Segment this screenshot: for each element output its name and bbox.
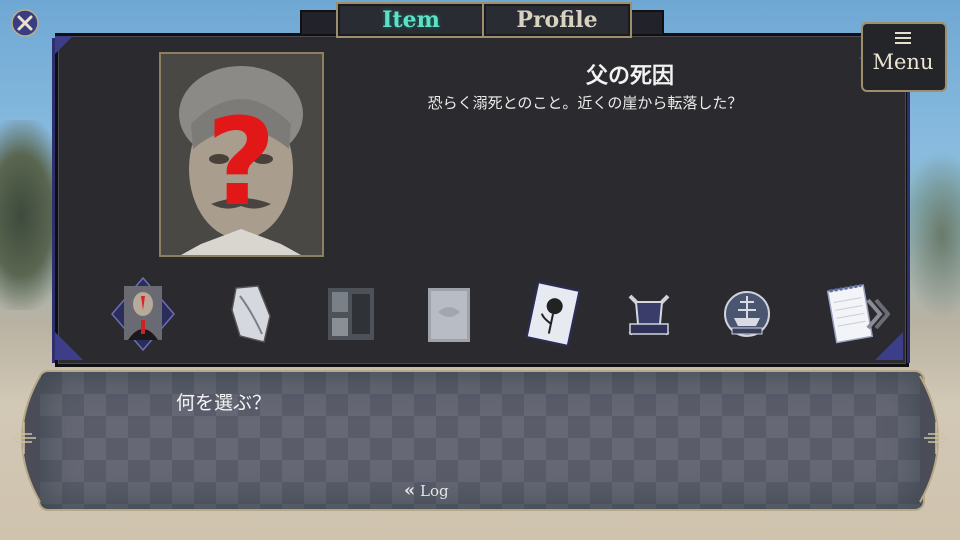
cutlass-emblem-icon[interactable] (616, 276, 682, 352)
question-mark-overlay: ? (206, 94, 276, 233)
dialog-box[interactable] (38, 370, 925, 511)
tab-profile[interactable]: Profile (482, 2, 632, 38)
panel-corner-ornament (55, 332, 83, 360)
dialog-text: 何を選ぶ？ (176, 392, 272, 414)
father-portrait-icon[interactable] (110, 276, 176, 352)
pirate-ship-emblem-icon[interactable] (714, 276, 780, 352)
menu-button[interactable]: Menu (855, 14, 951, 100)
double-chevron-left-icon: « (404, 480, 416, 501)
dialog-ornament-left (2, 374, 42, 504)
panel-corner-ornament (55, 36, 73, 54)
item-portrait: ? (159, 52, 324, 257)
tab-item[interactable]: Item (336, 2, 486, 38)
dialog-ornament-right (918, 374, 958, 504)
ship-interior-photo-icon[interactable] (318, 276, 384, 352)
log-button[interactable]: « Log (404, 480, 464, 502)
item-strip (100, 276, 890, 352)
item-description: 恐らく溺死とのこと。近くの崖から転落した？ (427, 94, 743, 112)
close-icon[interactable] (10, 8, 40, 38)
log-label: Log (420, 482, 449, 500)
tab-bar: Item Profile (300, 0, 664, 40)
item-title: 父の死因 (585, 64, 674, 89)
menu-label: Menu (872, 50, 934, 74)
parchment-scrap-icon[interactable] (416, 276, 482, 352)
flower-card-icon[interactable] (520, 276, 586, 352)
scroll-right-icon[interactable] (862, 296, 891, 332)
hamburger-icon (895, 32, 911, 44)
torn-cloth-icon[interactable] (218, 276, 284, 352)
panel-trim-left (52, 38, 69, 363)
